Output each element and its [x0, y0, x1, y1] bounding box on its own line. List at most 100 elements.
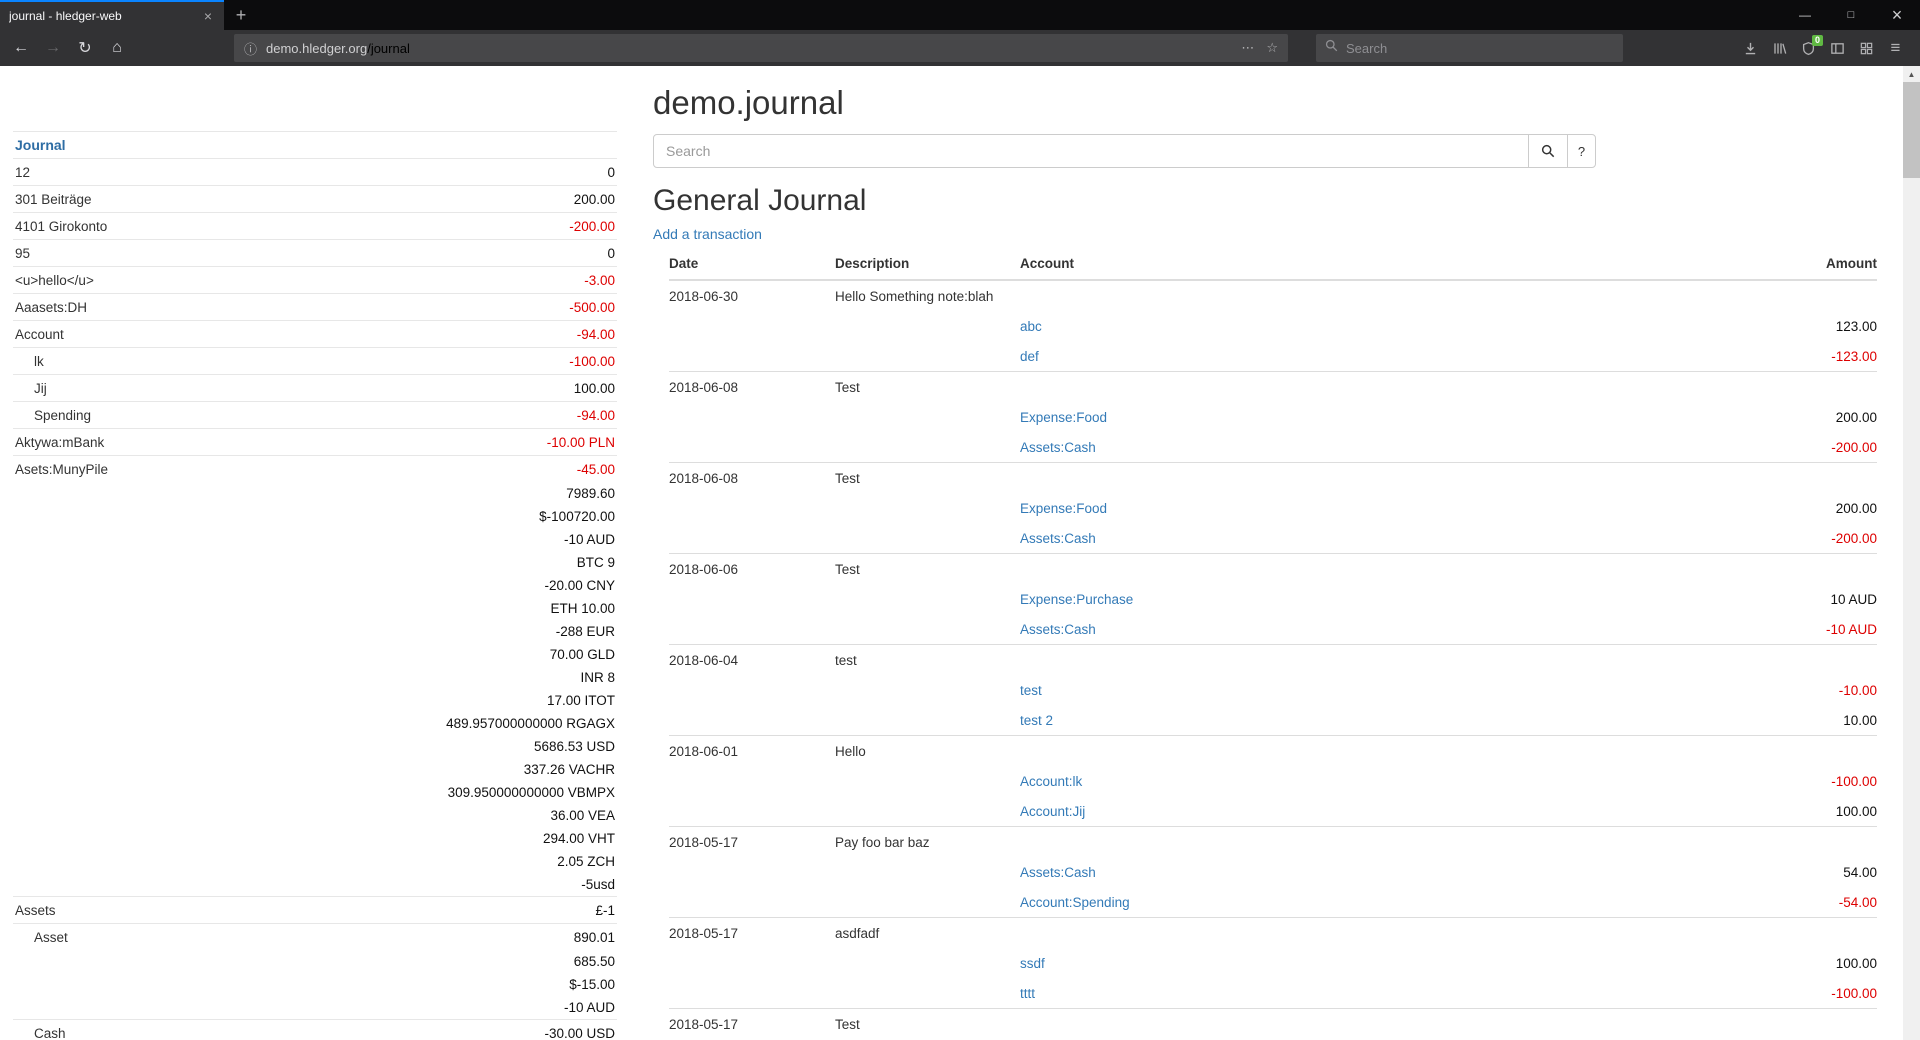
sidebar-account-balance: 2.05 ZCH [557, 852, 615, 871]
posting-account-link[interactable]: abc [1020, 319, 1042, 334]
adblock-extension-icon[interactable]: 0 [1794, 34, 1823, 62]
sidebar-account-balance: ETH 10.00 [550, 599, 615, 618]
url-path: /journal [367, 41, 410, 56]
sidebar-account-row: Aktywa:mBank -10.00 PLN [13, 428, 617, 455]
search-help-button[interactable]: ? [1567, 134, 1596, 168]
sidebar-account-name[interactable]: Jij [15, 379, 47, 398]
posting-account-link[interactable]: def [1020, 349, 1039, 364]
posting-amount: 100.00 [1657, 948, 1877, 978]
posting-account-link[interactable]: Account:Jij [1020, 804, 1085, 819]
posting-row: test-10.00 [669, 675, 1877, 705]
new-tab-button[interactable]: + [224, 0, 258, 30]
sidebar-account-row: Asset 890.01 [13, 923, 617, 950]
sidebar-account-balance: -94.00 [577, 406, 615, 425]
posting-account-link[interactable]: tttt [1020, 986, 1035, 1001]
sidebar-account-row: $-15.00 [13, 973, 617, 996]
journal-search-input[interactable] [653, 134, 1529, 168]
sidebar-account-name[interactable]: Assets [15, 901, 56, 920]
grid-icon[interactable] [1852, 34, 1881, 62]
forward-button[interactable]: → [38, 34, 68, 62]
posting-row: def-123.00 [669, 341, 1877, 372]
posting-account-link[interactable]: Expense:Food [1020, 501, 1107, 516]
sidebar-account-row: Asets:MunyPile-45.00 [13, 455, 617, 482]
sidebar-account-name[interactable]: 12 [15, 163, 30, 182]
posting-account-link[interactable]: Assets:Cash [1020, 440, 1096, 455]
sidebar-account-name[interactable]: Asets:MunyPile [15, 460, 108, 479]
sidebar-account-row: 337.26 VACHR [13, 758, 617, 781]
posting-account-link[interactable]: Expense:Purchase [1020, 592, 1133, 607]
tab-close-icon[interactable]: × [201, 8, 215, 24]
sidebar-account-row: -10 AUD [13, 528, 617, 551]
posting-account-link[interactable]: ssdf [1020, 956, 1045, 971]
sidebar-account-balance: -10 AUD [564, 998, 615, 1017]
minimize-button[interactable]: — [1782, 0, 1828, 30]
sidebar-account-name[interactable]: Aaasets:DH [15, 298, 87, 317]
sidebar-toggle-icon[interactable] [1823, 34, 1852, 62]
reload-button[interactable]: ↻ [70, 34, 100, 62]
transaction-description: Test [835, 372, 1020, 403]
sidebar-account-row: Cash-30.00 USD [13, 1019, 617, 1040]
posting-account-link[interactable]: Assets:Cash [1020, 531, 1096, 546]
window-close-button[interactable]: × [1874, 0, 1920, 30]
home-button[interactable]: ⌂ [102, 34, 132, 62]
posting-account-link[interactable]: Assets:Cash [1020, 865, 1096, 880]
sidebar-account-balance: 890.01 [574, 928, 615, 947]
sidebar-account-name[interactable]: Account [15, 325, 64, 344]
site-info-icon[interactable]: ⓘ [244, 39, 257, 58]
sidebar-journal-link[interactable]: Journal [13, 131, 617, 158]
add-transaction-link[interactable]: Add a transaction [653, 226, 762, 242]
posting-account-link[interactable]: test 2 [1020, 713, 1053, 728]
sidebar-account-name[interactable]: 95 [15, 244, 30, 263]
browser-search-field[interactable]: Search [1316, 34, 1623, 62]
journal-search-form: ? [653, 134, 1596, 168]
downloads-icon[interactable] [1736, 34, 1765, 62]
restore-button[interactable]: □ [1828, 0, 1874, 30]
sidebar-account-row: -5usd [13, 873, 617, 896]
scroll-up-icon[interactable]: ▲ [1903, 66, 1920, 82]
transaction-description: Test [835, 1009, 1020, 1040]
posting-account-link[interactable]: Expense:Food [1020, 410, 1107, 425]
sidebar-account-balance: £-1 [595, 901, 615, 920]
sidebar-account-row: 685.50 [13, 950, 617, 973]
transaction-row: 2018-05-17asdfadf [669, 918, 1877, 949]
back-button[interactable]: ← [6, 34, 36, 62]
browser-tab[interactable]: journal - hledger-web × [0, 0, 224, 30]
journal-search-button[interactable] [1528, 134, 1568, 168]
posting-account-link[interactable]: Account:lk [1020, 774, 1082, 789]
sidebar-account-balance: 7989.60 [566, 484, 615, 503]
bookmark-star-icon[interactable]: ☆ [1266, 40, 1278, 56]
sidebar-account-row: 309.950000000000 VBMPX [13, 781, 617, 804]
page-actions-icon[interactable]: ⋯ [1241, 40, 1254, 56]
url-bar[interactable]: ⓘ demo.hledger.org/journal ⋯ ☆ [234, 34, 1288, 62]
posting-account-link[interactable]: Account:Spending [1020, 895, 1130, 910]
sidebar-account-row: -288 EUR [13, 620, 617, 643]
sidebar-account-balance: 5686.53 USD [534, 737, 615, 756]
posting-account-link[interactable]: test [1020, 683, 1042, 698]
posting-row: Expense:Purchase10 AUD [669, 584, 1877, 614]
sidebar-account-name[interactable]: 4101 Girokonto [15, 217, 107, 236]
sidebar-account-balance: 309.950000000000 VBMPX [448, 783, 615, 802]
sidebar-account-balance: BTC 9 [577, 553, 615, 572]
menu-icon[interactable]: ≡ [1881, 34, 1910, 62]
sidebar-account-row: Jij100.00 [13, 374, 617, 401]
column-header-account: Account [1020, 248, 1657, 280]
library-icon[interactable] [1765, 34, 1794, 62]
sidebar-account-name[interactable]: Aktywa:mBank [15, 433, 104, 452]
posting-row: Account:Jij100.00 [669, 796, 1877, 827]
scrollbar-thumb[interactable] [1903, 82, 1920, 178]
sidebar-account-name[interactable]: <u>hello</u> [15, 271, 94, 290]
sidebar-account-name[interactable]: Asset [15, 928, 68, 947]
sidebar-account-balance: -10.00 PLN [547, 433, 615, 452]
sidebar-account-name[interactable]: Cash [15, 1024, 66, 1040]
posting-account-link[interactable]: Assets:Cash [1020, 622, 1096, 637]
sidebar-account-row: 120 [13, 158, 617, 185]
sidebar-account-row: Aaasets:DH-500.00 [13, 293, 617, 320]
page-title: demo.journal [653, 84, 1877, 122]
page-scrollbar[interactable]: ▲ [1903, 66, 1920, 1040]
sidebar-account-name[interactable]: 301 Beiträge [15, 190, 92, 209]
sidebar-account-name[interactable]: lk [15, 352, 44, 371]
sidebar-account-name[interactable]: Spending [15, 406, 91, 425]
posting-row: Assets:Cash-200.00 [669, 432, 1877, 463]
sidebar-account-row: 4101 Girokonto-200.00 [13, 212, 617, 239]
transaction-row: 2018-05-17Test [669, 1009, 1877, 1040]
